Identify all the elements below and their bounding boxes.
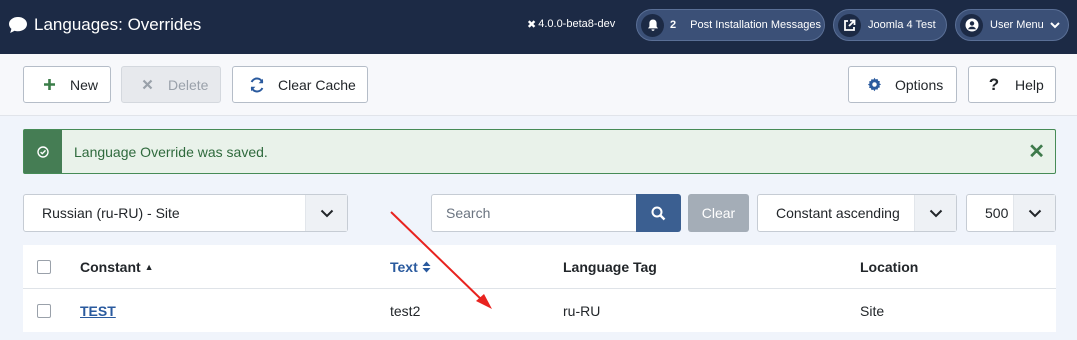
column-location: Location: [860, 258, 919, 275]
plus-icon: [40, 76, 58, 94]
help-label: Help: [1015, 76, 1044, 93]
top-header: Languages: Overrides ✖ 4.0.0-beta8-dev 2…: [0, 0, 1077, 54]
version-info: ✖ 4.0.0-beta8-dev: [527, 0, 615, 48]
search-input[interactable]: [431, 194, 637, 232]
row-select-cell: [37, 289, 51, 332]
row-language-tag: ru-RU: [563, 302, 601, 319]
sort-asc-icon: ▲: [144, 261, 154, 272]
column-text-label: Text: [390, 258, 418, 275]
comment-icon: [9, 17, 27, 33]
options-button[interactable]: Options: [848, 66, 957, 103]
chevron-down-icon: [305, 195, 347, 231]
select-all-cell: [37, 245, 51, 288]
sync-icon: [248, 76, 266, 94]
post-installation-label: Post Installation Messages: [690, 19, 821, 31]
check-circle-icon: [24, 130, 62, 173]
search-button[interactable]: [636, 194, 681, 232]
table-header: Constant ▲ Text Language Tag Location: [23, 245, 1056, 289]
bell-icon: [641, 13, 664, 37]
chevron-down-icon: [1013, 195, 1055, 231]
sort-icon: [422, 261, 431, 272]
overrides-table: Constant ▲ Text Language Tag Location TE…: [23, 245, 1056, 332]
row-location: Site: [860, 302, 885, 319]
language-select-value: Russian (ru-RU) - Site: [42, 205, 180, 221]
row-constant-cell: TEST: [80, 289, 116, 332]
column-text[interactable]: Text: [390, 245, 431, 288]
clear-cache-label: Clear Cache: [278, 76, 356, 93]
joomla-logo-icon: ✖: [527, 18, 537, 31]
clear-search-button[interactable]: Clear: [688, 194, 749, 232]
page-title: Languages: Overrides: [34, 15, 202, 34]
chevron-down-icon: [1050, 21, 1060, 28]
site-link-button[interactable]: Joomla 4 Test: [833, 9, 947, 41]
column-constant[interactable]: Constant ▲: [80, 245, 154, 288]
row-text: test2: [390, 302, 421, 319]
chevron-down-icon: [914, 195, 956, 231]
success-alert: Language Override was saved. ✕: [23, 129, 1056, 174]
row-checkbox[interactable]: [37, 303, 51, 318]
user-menu-button[interactable]: User Menu: [955, 9, 1069, 41]
alert-message: Language Override was saved.: [74, 143, 268, 160]
delete-button[interactable]: Delete: [121, 66, 221, 103]
user-icon: [960, 13, 983, 37]
select-all-checkbox[interactable]: [37, 259, 51, 274]
external-link-icon: [838, 13, 861, 37]
search-icon: [651, 206, 666, 220]
new-button[interactable]: New: [23, 66, 111, 103]
version-text: 4.0.0-beta8-dev: [538, 18, 616, 30]
alert-close-icon[interactable]: ✕: [1028, 130, 1045, 173]
table-row: TEST test2 ru-RU Site: [23, 289, 1056, 332]
user-menu-label: User Menu: [990, 19, 1044, 31]
clear-cache-button[interactable]: Clear Cache: [232, 66, 368, 103]
times-icon: [138, 76, 156, 94]
options-label: Options: [895, 76, 944, 93]
delete-label: Delete: [168, 76, 209, 93]
limit-select[interactable]: 500: [966, 194, 1056, 232]
limit-select-value: 500: [985, 205, 1009, 221]
post-installation-messages-button[interactable]: 2 Post Installation Messages: [636, 9, 825, 41]
ordering-select-value: Constant ascending: [776, 205, 900, 221]
row-constant-link[interactable]: TEST: [80, 303, 116, 319]
column-constant-label: Constant: [80, 258, 141, 275]
site-link-label: Joomla 4 Test: [868, 19, 936, 31]
language-select[interactable]: Russian (ru-RU) - Site: [23, 194, 348, 232]
column-language-tag: Language Tag: [563, 258, 657, 275]
toolbar: New Delete Clear Cache Options ? Help: [0, 54, 1077, 116]
page-title-block: Languages: Overrides: [8, 0, 201, 50]
ordering-select[interactable]: Constant ascending: [757, 194, 957, 232]
help-button[interactable]: ? Help: [968, 66, 1056, 103]
question-icon: ?: [988, 74, 1000, 94]
gear-icon: [865, 76, 883, 94]
new-label: New: [70, 76, 99, 93]
post-installation-count: 2: [670, 19, 677, 31]
